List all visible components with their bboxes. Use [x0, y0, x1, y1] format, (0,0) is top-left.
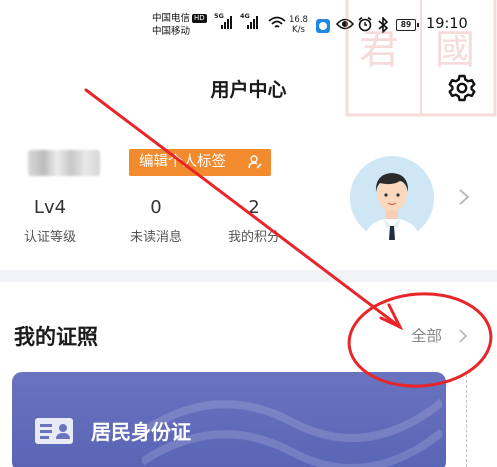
- seal-char-1: 國: [435, 27, 475, 73]
- signal-4g-icon: 4G: [240, 12, 264, 31]
- profile-chevron-right-icon[interactable]: [458, 188, 470, 206]
- carrier-info: 中国电信 HD 中国移动: [152, 12, 207, 38]
- page-title: 用户中心: [210, 79, 287, 101]
- stat-label: 我的积分: [227, 230, 280, 245]
- edit-tag-label: 编辑个人标签: [139, 154, 226, 170]
- carrier-1: 中国电信: [152, 13, 191, 24]
- stat-value: Lv4: [33, 197, 67, 218]
- person-edit-icon: [248, 155, 262, 169]
- annotation-arrow-head: [379, 303, 404, 331]
- avatar-man-icon: [364, 173, 420, 240]
- stat-value: 2: [248, 197, 260, 218]
- stat-my-points[interactable]: 2 我的积分: [222, 196, 286, 245]
- view-all-chevron-icon[interactable]: [458, 328, 468, 344]
- network-speed: 16.8 K/s: [289, 15, 308, 35]
- seal-char-2: 君: [359, 27, 399, 73]
- dashed-divider: [466, 375, 467, 467]
- wifi-icon: [268, 16, 286, 28]
- stat-label: 认证等级: [23, 230, 76, 245]
- stat-cert-level[interactable]: Lv4 认证等级: [20, 196, 80, 245]
- stat-value: 0: [150, 197, 162, 218]
- signal-5g-icon: 5G: [214, 12, 238, 31]
- username-redacted: [28, 150, 100, 176]
- my-licenses-title: 我的证照: [14, 325, 98, 349]
- id-card-icon: [35, 418, 73, 444]
- hd-badge: HD: [192, 14, 207, 23]
- stat-label: 未读消息: [129, 230, 182, 245]
- view-all-link[interactable]: 全部: [411, 324, 442, 346]
- app-notification-icon: [316, 19, 330, 33]
- avatar[interactable]: [350, 156, 434, 240]
- gear-icon[interactable]: [447, 73, 477, 103]
- stat-unread-messages[interactable]: 0 未读消息: [124, 196, 188, 245]
- carrier-2: 中国移动: [152, 26, 191, 37]
- edit-personal-tag-button[interactable]: 编辑个人标签: [129, 149, 271, 176]
- card-title: 居民身份证: [91, 420, 191, 444]
- id-card-item[interactable]: 居民身份证: [12, 372, 446, 467]
- section-divider: [0, 270, 497, 282]
